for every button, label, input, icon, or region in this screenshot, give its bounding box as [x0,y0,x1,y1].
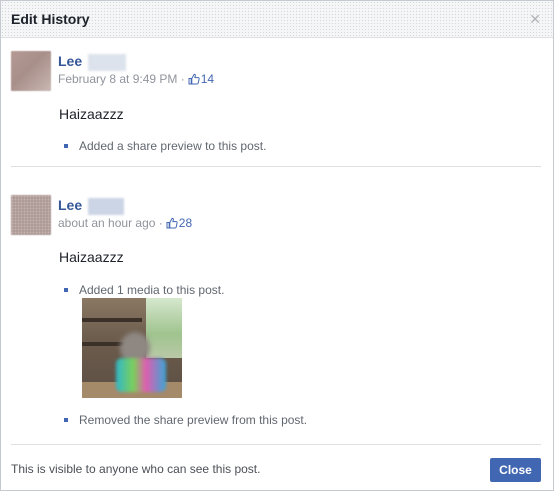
change-item: Added a share preview to this post. [79,139,267,153]
visibility-note: This is visible to anyone who can see th… [11,462,261,476]
like-count[interactable]: 28 [179,216,192,230]
change-bullet [64,418,68,422]
timestamp[interactable]: about an hour ago [58,216,155,230]
avatar[interactable] [11,51,51,91]
dialog-header: Edit History ✕ [1,1,553,38]
redacted-name [88,197,125,215]
post-text: Haizaazzz [59,106,124,122]
redacted-name [88,53,127,71]
dialog-title: Edit History [11,11,90,27]
author-name[interactable]: Lee [58,53,82,69]
footer-divider [11,444,541,445]
entry-divider [11,166,541,167]
entry-meta: about an hour ago · 28 [58,216,192,230]
change-item: Removed the share preview from this post… [79,413,308,427]
meta-separator: · [180,72,185,86]
avatar[interactable] [11,195,51,235]
thumbs-up-icon [166,217,178,229]
author-name-row: Lee [58,53,127,71]
change-item: Added 1 media to this post. [79,283,225,297]
close-icon[interactable]: ✕ [529,11,541,27]
author-name[interactable]: Lee [58,197,82,213]
author-name-row: Lee [58,197,125,215]
like-count[interactable]: 14 [201,72,214,86]
media-thumbnail[interactable] [82,298,182,398]
entry-meta: February 8 at 9:49 PM · 14 [58,72,214,86]
timestamp[interactable]: February 8 at 9:49 PM [58,72,177,86]
post-text: Haizaazzz [59,249,124,265]
close-button[interactable]: Close [490,458,541,482]
meta-separator: · [158,216,163,230]
change-bullet [64,144,68,148]
edit-history-dialog: Edit History ✕ Lee February 8 at 9:49 PM… [0,0,554,491]
thumbs-up-icon [188,73,200,85]
change-bullet [64,288,68,292]
